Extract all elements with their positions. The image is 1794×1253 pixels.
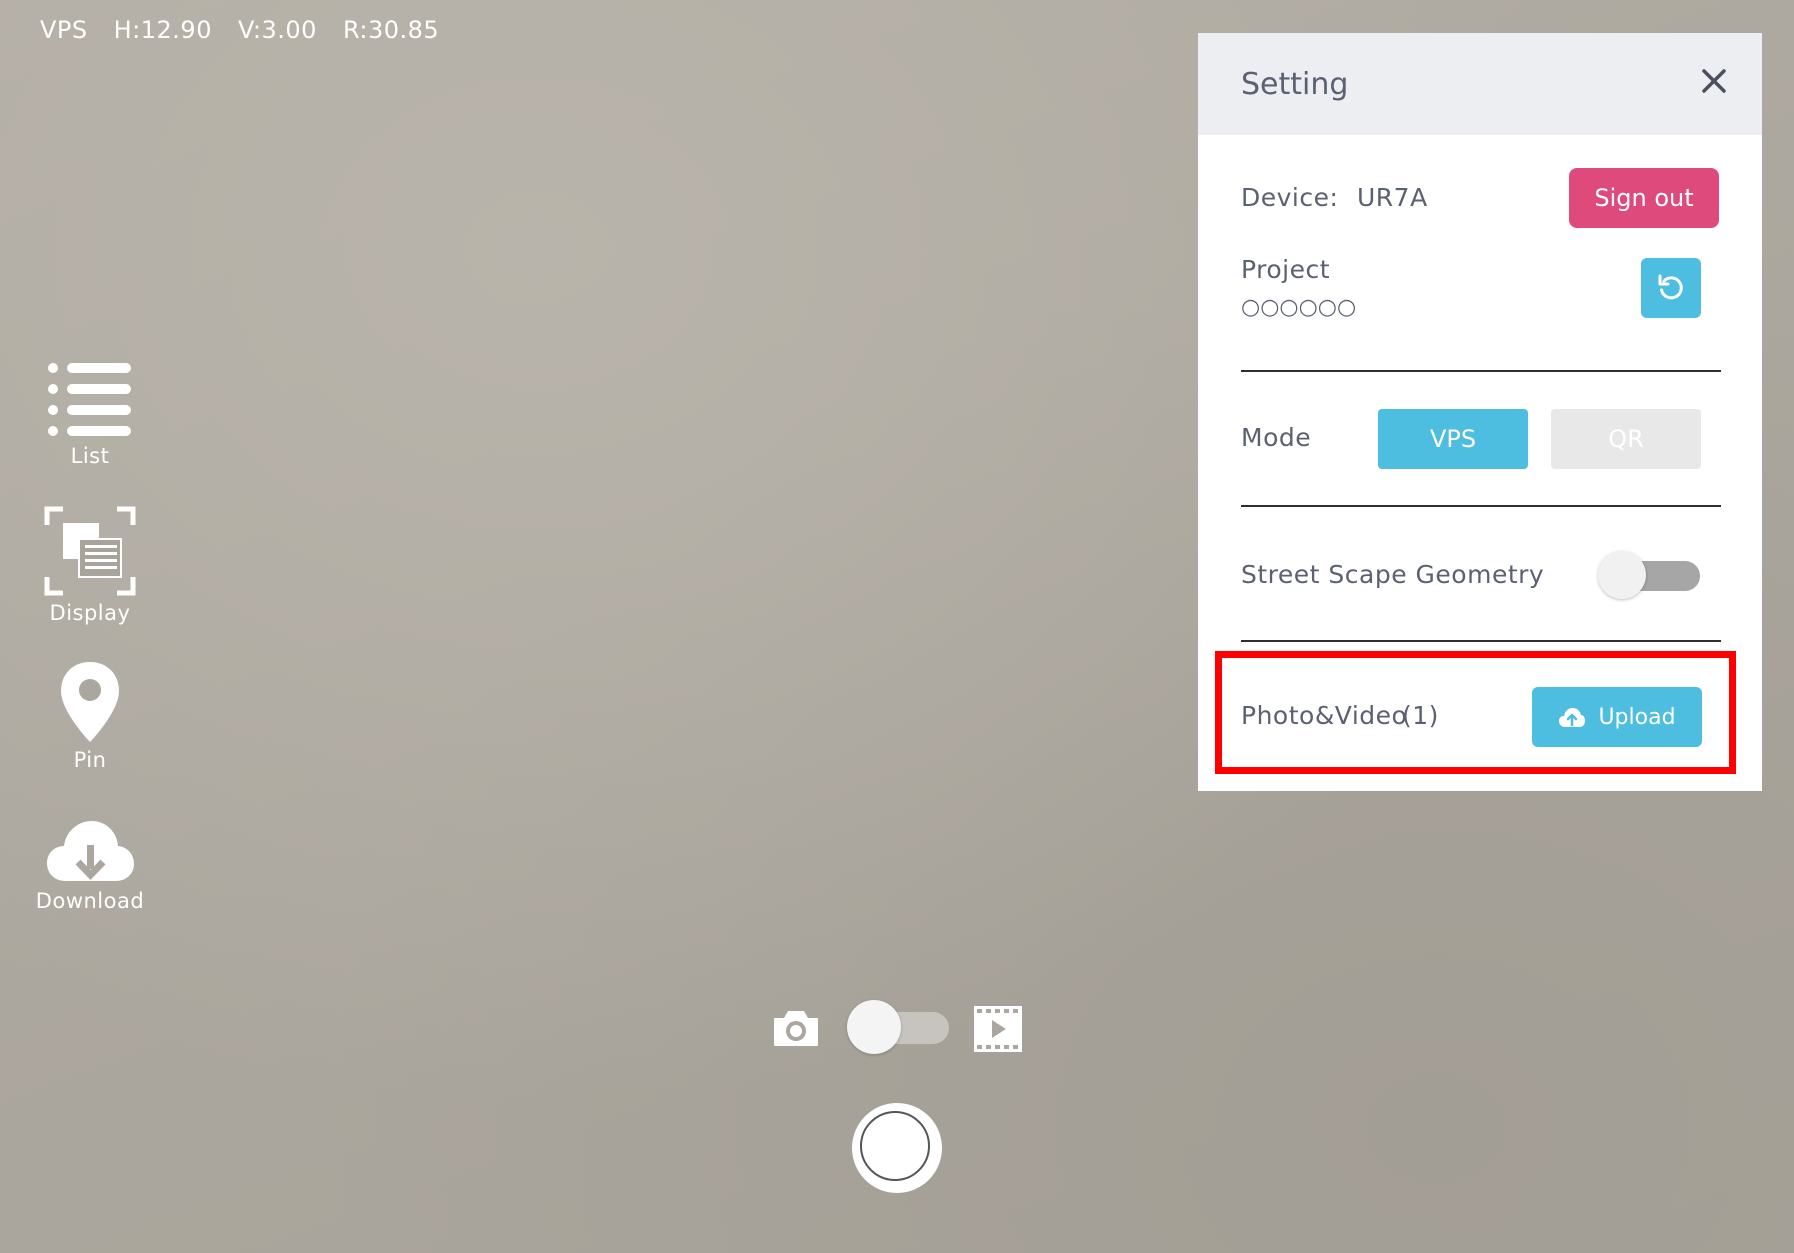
status-r: R:30.85	[342, 16, 440, 44]
photo-video-toggle[interactable]	[847, 1000, 949, 1054]
side-item-display[interactable]: Display	[30, 505, 150, 625]
divider	[1241, 505, 1721, 507]
device-label: Device:	[1241, 183, 1339, 212]
shutter-inner	[860, 1111, 930, 1181]
device-value: UR7A	[1357, 183, 1428, 212]
camera-icon[interactable]	[770, 1006, 822, 1050]
setting-panel: Setting Device: UR7A Sign out Project ○○…	[1198, 33, 1762, 791]
setting-panel-header: Setting	[1198, 33, 1762, 135]
side-item-list[interactable]: List	[30, 360, 150, 468]
divider	[1241, 370, 1721, 372]
refresh-project-button[interactable]	[1641, 258, 1701, 318]
side-item-label: Display	[49, 601, 131, 625]
photo-video-label: Photo&Video	[1241, 701, 1408, 730]
streetscape-toggle[interactable]	[1598, 551, 1700, 599]
side-item-pin[interactable]: Pin	[30, 660, 150, 772]
mode-vps-button[interactable]: VPS	[1378, 409, 1528, 469]
cloud-upload-icon	[1559, 708, 1586, 727]
shutter-button[interactable]	[852, 1103, 942, 1193]
status-h: H:12.90	[113, 16, 212, 44]
refresh-icon	[1658, 274, 1683, 300]
close-icon	[1702, 69, 1726, 93]
side-item-download[interactable]: Download	[30, 815, 150, 913]
toggle-knob	[1598, 551, 1646, 599]
status-v: V:3.00	[237, 16, 317, 44]
cloud-download-icon	[47, 821, 134, 881]
video-icon[interactable]	[972, 1004, 1024, 1054]
status-mode: VPS	[40, 16, 88, 44]
side-item-label: Download	[35, 889, 145, 913]
camera-mode-controls	[770, 1000, 1030, 1064]
sign-out-button[interactable]: Sign out	[1569, 168, 1719, 228]
streetscape-label: Street Scape Geometry	[1241, 560, 1545, 589]
pin-icon	[61, 662, 119, 742]
list-icon	[48, 363, 131, 436]
close-button[interactable]	[1696, 63, 1732, 99]
divider	[1241, 640, 1721, 642]
side-item-label: Pin	[73, 748, 107, 772]
status-bar: VPS H:12.90 V:3.00 R:30.85	[40, 16, 439, 44]
mode-qr-button[interactable]: QR	[1551, 409, 1701, 469]
project-label: Project	[1241, 255, 1331, 284]
mode-label: Mode	[1241, 423, 1312, 452]
toggle-knob	[847, 1000, 901, 1054]
side-item-label: List	[70, 444, 110, 468]
upload-button[interactable]: Upload	[1532, 687, 1702, 747]
photo-video-count: (1)	[1402, 701, 1439, 730]
panel-title: Setting	[1241, 67, 1349, 102]
project-value: ○○○○○○	[1241, 295, 1357, 320]
upload-label: Upload	[1598, 704, 1676, 730]
display-icon	[44, 506, 136, 596]
